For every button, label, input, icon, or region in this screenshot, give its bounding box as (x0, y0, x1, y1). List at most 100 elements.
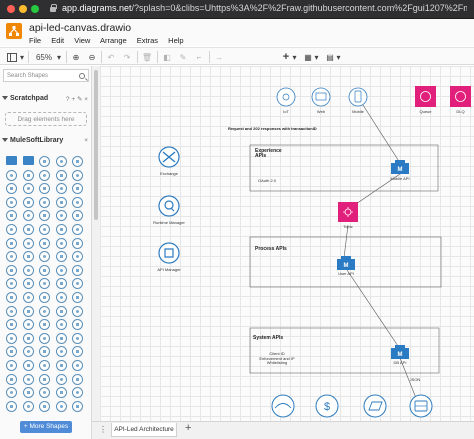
add-page-button[interactable]: + (185, 422, 191, 434)
table-dropdown-icon[interactable]: ▾ (313, 51, 320, 63)
library-shape[interactable] (22, 237, 34, 249)
document-title[interactable]: api-led-canvas.drawio (29, 22, 131, 34)
library-shape[interactable] (72, 169, 84, 181)
diagram-canvas[interactable] (100, 66, 474, 421)
library-shape[interactable] (6, 292, 17, 303)
chevron-down-icon[interactable]: ▾ (18, 51, 26, 63)
library-shape[interactable] (55, 373, 67, 385)
library-shape[interactable] (6, 360, 17, 371)
redo-button[interactable]: ↷ (121, 51, 133, 63)
library-shape[interactable] (55, 319, 67, 331)
library-shape[interactable] (72, 373, 84, 385)
library-shape[interactable] (6, 305, 17, 317)
address-bar[interactable]: app.diagrams.net/?splash=0&clibs=Uhttps%… (62, 3, 467, 13)
connection-button[interactable]: → (213, 51, 225, 63)
library-shape[interactable] (55, 251, 67, 263)
more-shapes-button[interactable]: + More Shapes (20, 421, 72, 433)
library-shape[interactable] (39, 264, 51, 276)
menu-file[interactable]: File (29, 36, 41, 45)
menu-edit[interactable]: Edit (51, 36, 64, 45)
format-panel-toggle-button[interactable] (6, 51, 18, 63)
library-shape[interactable] (22, 183, 34, 195)
zoom-out-button[interactable]: ⊖ (86, 51, 98, 63)
library-shape[interactable] (22, 210, 34, 222)
library-shape[interactable] (22, 264, 34, 276)
library-shape[interactable] (22, 360, 34, 371)
library-shape[interactable] (22, 224, 34, 235)
library-shape[interactable] (6, 400, 17, 412)
library-close-button[interactable]: × (84, 137, 88, 144)
insert-dropdown-icon[interactable]: ▾ (291, 51, 298, 63)
library-shape[interactable] (22, 251, 34, 263)
library-shape[interactable] (55, 292, 67, 303)
zoom-in-button[interactable]: ⊕ (70, 51, 82, 63)
menu-help[interactable]: Help (168, 36, 183, 45)
scratchpad-controls[interactable]: ? + ✎ × (66, 95, 88, 103)
library-shape[interactable] (22, 346, 34, 358)
tab-api-led-architecture[interactable]: API-Led Architecture (111, 423, 177, 437)
library-shape[interactable] (39, 400, 51, 412)
library-shape[interactable] (6, 237, 17, 249)
library-shape[interactable] (39, 332, 51, 344)
library-shape[interactable] (22, 332, 34, 344)
undo-button[interactable]: ↶ (105, 51, 117, 63)
menu-view[interactable]: View (74, 36, 90, 45)
layout-dropdown-icon[interactable]: ▾ (335, 51, 342, 63)
waypoints-button[interactable]: ⌐ (193, 51, 205, 63)
library-shape[interactable] (6, 332, 17, 344)
library-shape[interactable] (55, 387, 67, 399)
library-shape[interactable] (6, 224, 17, 235)
library-shape[interactable] (22, 319, 34, 331)
library-shape[interactable] (39, 305, 51, 317)
library-shape[interactable] (39, 373, 51, 385)
library-shape[interactable] (55, 400, 67, 412)
zoom-level[interactable]: 65% (33, 51, 55, 63)
scratchpad-header[interactable]: Scratchpad ? + ✎ × (2, 95, 90, 103)
maximize-window-button[interactable] (31, 5, 39, 13)
search-icon[interactable] (79, 73, 85, 79)
library-shape[interactable] (22, 387, 34, 399)
library-shape[interactable] (6, 196, 17, 208)
library-shape[interactable] (39, 196, 51, 208)
pages-menu-button[interactable]: ⋮ (99, 425, 107, 434)
search-shapes-input[interactable]: Search Shapes (3, 69, 89, 82)
library-shape[interactable] (72, 237, 84, 249)
library-shape[interactable] (55, 360, 67, 371)
library-shape[interactable] (22, 156, 34, 165)
fill-color-button[interactable]: ◧ (161, 51, 173, 63)
library-shape[interactable] (22, 373, 34, 385)
library-shape[interactable] (55, 224, 67, 235)
library-shape[interactable] (55, 305, 67, 317)
library-shape[interactable] (22, 292, 34, 303)
library-header[interactable]: MuleSoftLibrary × (2, 137, 90, 144)
line-color-button[interactable]: ✎ (177, 51, 189, 63)
sidebar-scroll-thumb[interactable] (94, 70, 98, 220)
library-shape[interactable] (55, 183, 67, 195)
library-shape[interactable] (6, 373, 17, 385)
library-shape[interactable] (55, 237, 67, 249)
scratchpad-dropzone[interactable]: Drag elements here (5, 112, 87, 126)
library-shape[interactable] (22, 196, 34, 208)
library-shape[interactable] (22, 278, 34, 290)
menu-extras[interactable]: Extras (137, 36, 158, 45)
library-shape[interactable] (22, 169, 34, 181)
library-shape[interactable] (39, 237, 51, 249)
minimize-window-button[interactable] (19, 5, 27, 13)
library-shape[interactable] (55, 169, 67, 181)
delete-button[interactable]: 🗑 (141, 51, 153, 63)
library-shape[interactable] (55, 264, 67, 276)
library-shape-glyph (59, 404, 63, 408)
library-shape[interactable] (55, 196, 67, 208)
library-shape[interactable] (6, 156, 17, 165)
close-window-button[interactable] (7, 5, 15, 13)
menu-arrange[interactable]: Arrange (100, 36, 127, 45)
library-shape[interactable] (55, 332, 67, 344)
library-shape[interactable] (55, 156, 67, 167)
library-shape[interactable] (39, 169, 51, 181)
zoom-dropdown-icon[interactable]: ▾ (55, 51, 63, 63)
library-shape[interactable] (22, 400, 34, 412)
library-shape[interactable] (22, 305, 34, 317)
library-shape[interactable] (6, 169, 17, 181)
library-shape[interactable] (6, 264, 17, 276)
library-shape[interactable] (72, 305, 84, 317)
